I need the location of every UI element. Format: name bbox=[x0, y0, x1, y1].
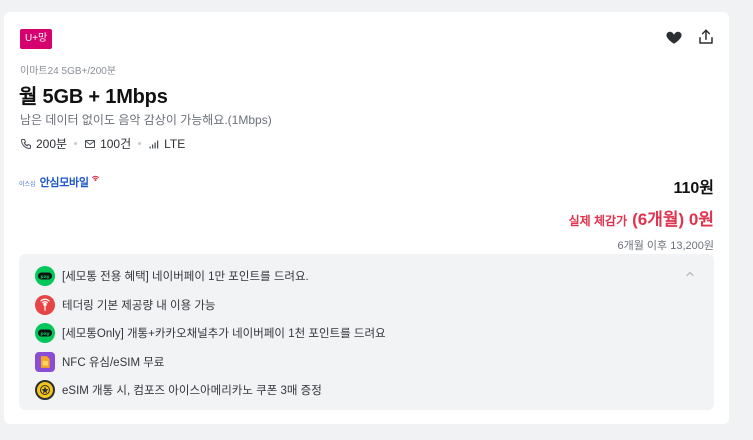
compose-coffee-icon bbox=[35, 380, 55, 401]
benefits-panel: pay [세모통 전용 혜택] 네이버페이 1만 포인트를 드려요. 테더링 기… bbox=[19, 254, 714, 410]
plan-description: 남은 데이터 없이도 음악 감상이 가능해요.(1Mbps) bbox=[20, 113, 272, 127]
plan-subtitle: 이마트24 5GB+/200분 bbox=[20, 66, 117, 77]
carrier-prefix: 이스심 bbox=[19, 182, 36, 188]
carrier-name: 안심모바일 bbox=[39, 177, 89, 189]
call-spec: 200분 bbox=[20, 135, 67, 152]
sms-value: 100건 bbox=[100, 137, 132, 151]
real-price-value: (6개월) 0원 bbox=[632, 210, 714, 229]
phone-icon bbox=[20, 138, 31, 149]
benefit-text: [세모통 전용 혜택] 네이버페이 1만 포인트를 드려요. bbox=[62, 271, 309, 284]
plan-specs: 200분 100건 LTE bbox=[20, 135, 185, 152]
chevron-up-icon[interactable] bbox=[684, 268, 696, 280]
benefit-item: eSIM 개통 시, 컴포즈 아이스아메리카노 쿠폰 3매 증정 bbox=[35, 376, 714, 405]
benefit-text: eSIM 개통 시, 컴포즈 아이스아메리카노 쿠폰 3매 증정 bbox=[62, 385, 322, 398]
network-value: LTE bbox=[164, 136, 186, 151]
benefit-item: NFC 유심/eSIM 무료 bbox=[35, 348, 714, 377]
tethering-icon bbox=[35, 294, 55, 315]
wifi-icon bbox=[91, 175, 99, 182]
share-icon[interactable] bbox=[697, 28, 715, 46]
mail-icon bbox=[85, 139, 96, 148]
svg-text:pay: pay bbox=[40, 275, 49, 280]
benefit-text: 테더링 기본 제공량 내 이용 가능 bbox=[62, 299, 216, 312]
card-actions bbox=[665, 28, 715, 46]
plan-title: 월 5GB + 1Mbps bbox=[19, 86, 168, 108]
after-price: 6개월 이후 13,200원 bbox=[617, 240, 714, 252]
call-value: 200분 bbox=[36, 137, 68, 151]
carrier-logo: 이스심 안심모바일 bbox=[19, 173, 100, 190]
signal-icon bbox=[149, 140, 159, 148]
benefit-item: pay [세모통 전용 혜택] 네이버페이 1만 포인트를 드려요. bbox=[35, 262, 714, 291]
benefit-item: pay [세모통Only] 개통+카카오채널추가 네이버페이 1천 포인트를 드… bbox=[35, 319, 714, 348]
price-block: 110원 실제 체감가 (6개월) 0원 6개월 이후 13,200원 bbox=[569, 174, 714, 253]
benefit-text: [세모통Only] 개통+카카오채널추가 네이버페이 1천 포인트를 드려요 bbox=[62, 328, 386, 341]
network-spec: LTE bbox=[148, 137, 185, 151]
naver-pay-icon: pay bbox=[35, 266, 55, 287]
monthly-price: 110원 bbox=[673, 180, 714, 197]
network-badge: U+망 bbox=[20, 29, 53, 49]
heart-icon[interactable] bbox=[665, 28, 683, 46]
plan-card[interactable]: U+망 이마트24 5GB+/200분 월 5GB + 1Mbps 남은 데이터… bbox=[4, 12, 729, 424]
sms-spec: 100건 bbox=[84, 135, 131, 152]
real-price-label: 실제 체감가 bbox=[568, 214, 628, 228]
svg-text:pay: pay bbox=[40, 332, 49, 337]
benefit-text: NFC 유심/eSIM 무료 bbox=[62, 356, 165, 369]
benefit-item: 테더링 기본 제공량 내 이용 가능 bbox=[35, 291, 714, 320]
spec-divider bbox=[74, 142, 78, 145]
real-price-row: 실제 체감가 (6개월) 0원 bbox=[569, 205, 714, 230]
naver-pay-icon: pay bbox=[35, 323, 55, 344]
sim-card-icon bbox=[35, 351, 55, 372]
spec-divider bbox=[138, 142, 142, 145]
